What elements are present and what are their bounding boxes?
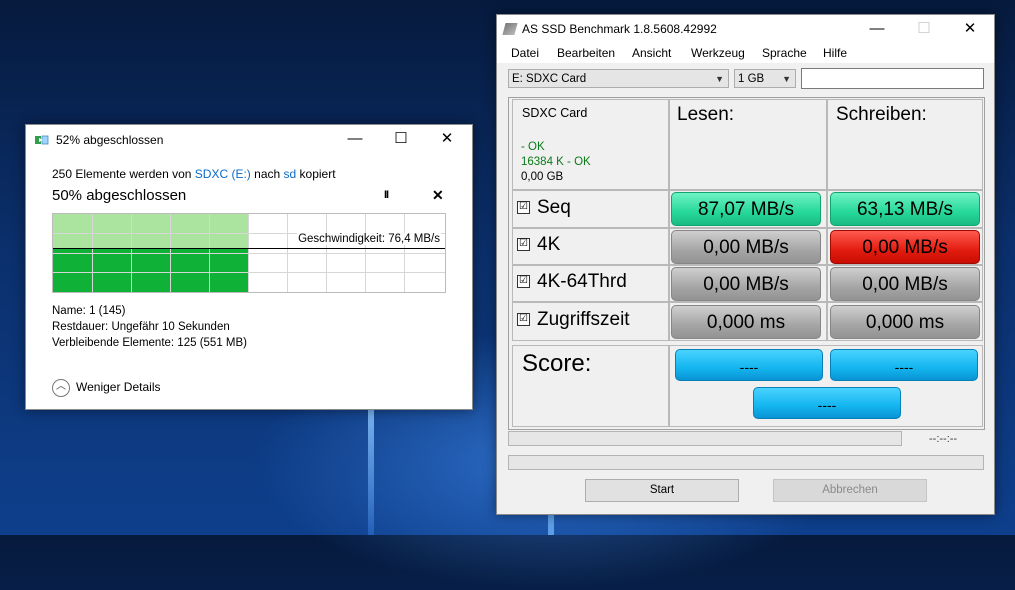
row-access-time[interactable]: ☑ Zugriffszeit <box>517 309 630 331</box>
window-title: AS SSD Benchmark 1.8.5608.42992 <box>522 22 717 36</box>
abort-button[interactable]: Abbrechen <box>773 479 927 502</box>
device-info-cell: SDXC Card - OK 16384 K - OK 0,00 GB <box>512 99 669 190</box>
chevron-down-icon: ▼ <box>715 74 724 84</box>
drive-select-value: E: SDXC Card <box>512 73 587 85</box>
4k-checkbox[interactable]: ☑ <box>517 238 530 252</box>
copy-description: 250 Elemente werden von SDXC (E:) nach s… <box>52 167 336 181</box>
size-select-value: 1 GB <box>738 73 765 85</box>
start-button[interactable]: Start <box>585 479 739 502</box>
device-size: 0,00 GB <box>521 171 564 183</box>
score-read: ---- <box>675 349 823 381</box>
menu-bearbeiten[interactable]: Bearbeiten <box>557 46 615 60</box>
score-total: ---- <box>753 387 901 419</box>
maximize-button[interactable]: ☐ <box>378 125 424 155</box>
drive-select[interactable]: E: SDXC Card ▼ <box>508 69 729 88</box>
access-time-label: Zugriffszeit <box>537 309 630 330</box>
seq-read-result: 87,07 MB/s <box>671 192 821 226</box>
write-header-cell: Schreiben: <box>827 99 983 190</box>
4k-64thrd-checkbox[interactable]: ☑ <box>517 275 530 289</box>
close-button[interactable]: ✕ <box>424 125 470 155</box>
desc-prefix: 250 Elemente werden von <box>52 167 192 181</box>
chevron-up-icon: ︿ <box>52 379 70 397</box>
speed-fill <box>53 249 249 292</box>
score-write: ---- <box>830 349 978 381</box>
app-icon <box>502 23 518 35</box>
menu-ansicht[interactable]: Ansicht <box>632 46 671 60</box>
row-4k-64thrd[interactable]: ☑ 4K-64Thrd <box>517 271 627 293</box>
4k-64thrd-write-result: 0,00 MB/s <box>830 267 980 301</box>
size-select[interactable]: 1 GB ▼ <box>734 69 796 88</box>
less-details-label: Weniger Details <box>76 380 161 395</box>
dialog-titlebar[interactable]: 52% abgeschlossen — ☐ ✕ <box>26 125 472 155</box>
desc-mid: nach <box>254 167 281 181</box>
seq-label: Seq <box>537 197 571 218</box>
menu-hilfe[interactable]: Hilfe <box>823 46 847 60</box>
desc-suffix: kopiert <box>299 167 336 181</box>
score-label: Score: <box>522 350 592 377</box>
menu-datei[interactable]: Datei <box>511 46 539 60</box>
chevron-down-icon: ▼ <box>782 74 791 84</box>
speed-graph: Geschwindigkeit: 76,4 MB/s <box>52 213 446 293</box>
pause-button[interactable]: II <box>384 189 389 201</box>
graph-gridline <box>53 253 445 254</box>
menu-sprache[interactable]: Sprache <box>762 46 807 60</box>
read-header-cell: Lesen: <box>669 99 827 190</box>
device-status-driver: - OK <box>521 141 545 153</box>
cancel-copy-button[interactable]: ✕ <box>432 187 444 204</box>
4k-64thrd-read-result: 0,00 MB/s <box>671 267 821 301</box>
row-4k[interactable]: ☑ 4K <box>517 234 560 256</box>
write-header: Schreiben: <box>836 104 927 125</box>
graph-gridline <box>53 272 445 273</box>
elapsed-time: --:--:-- <box>929 433 958 445</box>
row-seq[interactable]: ☑ Seq <box>517 197 571 219</box>
seq-checkbox[interactable]: ☑ <box>517 201 530 215</box>
benchmark-panel: SDXC Card - OK 16384 K - OK 0,00 GB Lese… <box>508 97 985 430</box>
maximize-button[interactable]: ☐ <box>901 15 947 45</box>
access-time-checkbox[interactable]: ☑ <box>517 313 530 327</box>
device-name: SDXC Card <box>522 106 588 120</box>
4k-64thrd-label: 4K-64Thrd <box>537 271 627 292</box>
name-info: Name: 1 (145) <box>52 305 126 317</box>
copy-progress-dialog: 52% abgeschlossen — ☐ ✕ 250 Elemente wer… <box>25 124 473 410</box>
source-link[interactable]: SDXC (E:) <box>195 167 251 181</box>
window-titlebar[interactable]: AS SSD Benchmark 1.8.5608.42992 — ☐ ✕ <box>497 15 994 45</box>
menu-werkzeug[interactable]: Werkzeug <box>691 46 745 60</box>
less-details-toggle[interactable]: ︿ Weniger Details <box>52 379 160 397</box>
progress-title: 50% abgeschlossen <box>52 187 187 204</box>
4k-write-result: 0,00 MB/s <box>830 230 980 264</box>
destination-link[interactable]: sd <box>284 167 297 181</box>
total-progress-bar <box>508 455 984 470</box>
dialog-title: 52% abgeschlossen <box>56 133 164 147</box>
access-time-read-result: 0,000 ms <box>671 305 821 339</box>
as-ssd-window: AS SSD Benchmark 1.8.5608.42992 — ☐ ✕ Da… <box>496 14 995 515</box>
read-header: Lesen: <box>677 104 735 125</box>
device-status-alignment: 16384 K - OK <box>521 156 591 168</box>
access-time-write-result: 0,000 ms <box>830 305 980 339</box>
speed-line <box>53 248 445 249</box>
desktop-light-beam <box>368 395 374 535</box>
score-label-cell: Score: <box>512 345 669 427</box>
close-button[interactable]: ✕ <box>947 15 993 45</box>
minimize-button[interactable]: — <box>854 15 900 45</box>
remaining-time-info: Restdauer: Ungefähr 10 Sekunden <box>52 321 230 333</box>
seq-write-result: 63,13 MB/s <box>830 192 980 226</box>
copy-icon <box>35 135 49 145</box>
4k-label: 4K <box>537 234 561 255</box>
minimize-button[interactable]: — <box>332 125 378 155</box>
4k-read-result: 0,00 MB/s <box>671 230 821 264</box>
speed-label: Geschwindigkeit: 76,4 MB/s <box>297 233 441 245</box>
benchmark-progress-bar <box>508 431 902 446</box>
info-textbox[interactable] <box>801 68 984 89</box>
menu-bar: Datei Bearbeiten Ansicht Werkzeug Sprach… <box>497 45 994 63</box>
remaining-items-info: Verbleibende Elemente: 125 (551 MB) <box>52 337 247 349</box>
